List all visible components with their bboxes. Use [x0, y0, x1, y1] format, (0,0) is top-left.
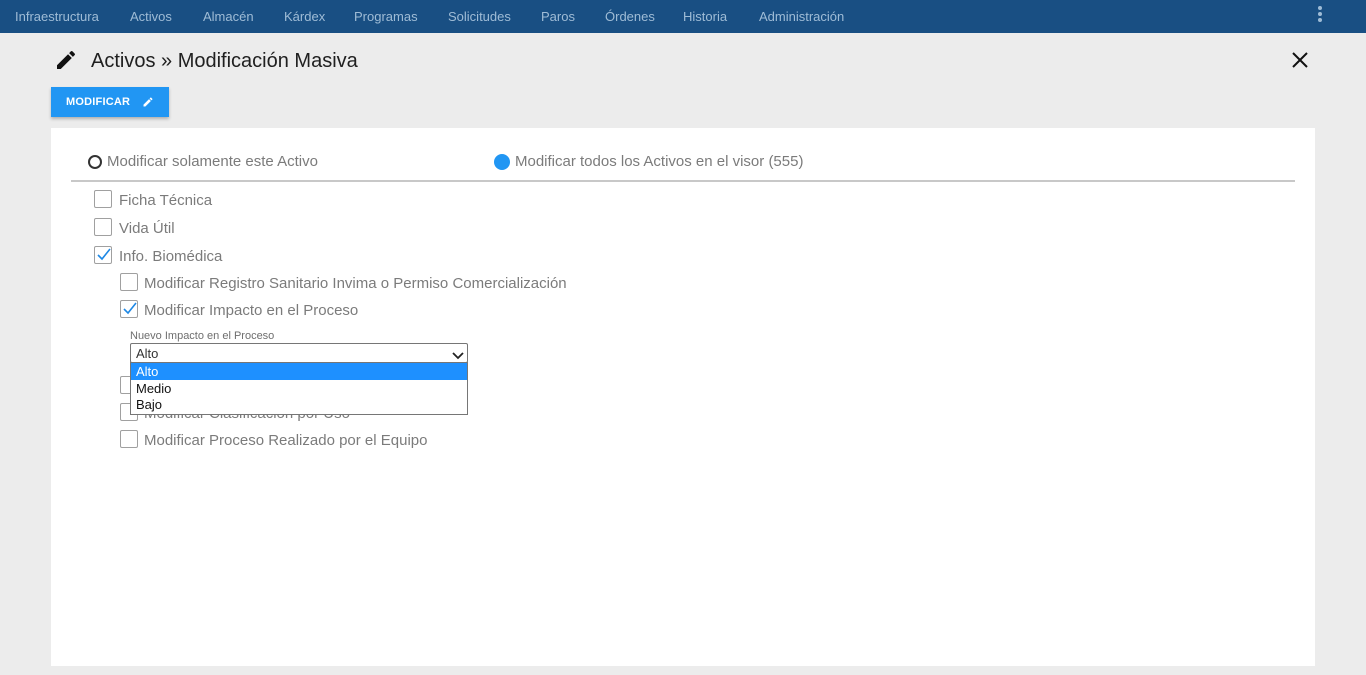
checkbox-ficha-tecnica-label[interactable]: Ficha Técnica	[119, 192, 212, 209]
checkmark-icon	[123, 302, 137, 315]
radio-all-assets[interactable]	[494, 154, 510, 170]
top-nav-bar: Infraestructura Activos Almacén Kárdex P…	[0, 0, 1366, 33]
impact-dropdown-list: Alto Medio Bajo	[130, 362, 468, 415]
checkbox-registro-sanitario-label[interactable]: Modificar Registro Sanitario Invima o Pe…	[144, 275, 567, 292]
page-title: Activos » Modificación Masiva	[91, 50, 358, 72]
checkbox-info-biomedica-label[interactable]: Info. Biomédica	[119, 248, 222, 265]
pencil-icon	[142, 96, 154, 111]
checkmark-icon	[97, 248, 111, 261]
nav-item-paros[interactable]: Paros	[541, 9, 575, 24]
checkbox-impacto-proceso-label[interactable]: Modificar Impacto en el Proceso	[144, 302, 358, 319]
checkbox-vida-util-label[interactable]: Vida Útil	[119, 220, 175, 237]
checkbox-vida-util[interactable]	[94, 218, 112, 236]
impact-select[interactable]: Alto	[130, 343, 468, 363]
radio-this-asset-label[interactable]: Modificar solamente este Activo	[107, 153, 318, 170]
pencil-icon	[54, 48, 78, 77]
impact-select-label: Nuevo Impacto en el Proceso	[130, 330, 275, 342]
nav-item-ordenes[interactable]: Órdenes	[605, 9, 655, 24]
nav-item-administracion[interactable]: Administración	[759, 9, 844, 24]
impact-option-medio[interactable]: Medio	[131, 380, 467, 397]
checkbox-registro-sanitario[interactable]	[120, 273, 138, 291]
impact-select-value: Alto	[136, 346, 159, 361]
radio-this-asset[interactable]	[88, 155, 102, 169]
checkbox-info-biomedica[interactable]	[94, 246, 112, 264]
modify-button-label: MODIFICAR	[66, 96, 131, 108]
nav-item-historia[interactable]: Historia	[683, 9, 727, 24]
nav-item-programas[interactable]: Programas	[354, 9, 418, 24]
checkbox-impacto-proceso[interactable]	[120, 300, 138, 318]
checkbox-proceso-realizado-label[interactable]: Modificar Proceso Realizado por el Equip…	[144, 432, 427, 449]
radio-all-assets-label[interactable]: Modificar todos los Activos en el visor …	[515, 153, 803, 170]
kebab-vertical-icon[interactable]	[1312, 4, 1328, 26]
nav-item-solicitudes[interactable]: Solicitudes	[448, 9, 511, 24]
impact-option-alto[interactable]: Alto	[131, 363, 467, 380]
checkbox-ficha-tecnica[interactable]	[94, 190, 112, 208]
impact-option-bajo[interactable]: Bajo	[131, 396, 467, 413]
close-icon[interactable]	[1289, 49, 1311, 71]
checkbox-proceso-realizado[interactable]	[120, 430, 138, 448]
nav-item-almacen[interactable]: Almacén	[203, 9, 254, 24]
nav-item-infraestructura[interactable]: Infraestructura	[15, 9, 99, 24]
divider	[71, 180, 1295, 182]
modify-button[interactable]: MODIFICAR	[51, 87, 169, 117]
nav-item-activos[interactable]: Activos	[130, 9, 172, 24]
nav-item-kardex[interactable]: Kárdex	[284, 9, 325, 24]
